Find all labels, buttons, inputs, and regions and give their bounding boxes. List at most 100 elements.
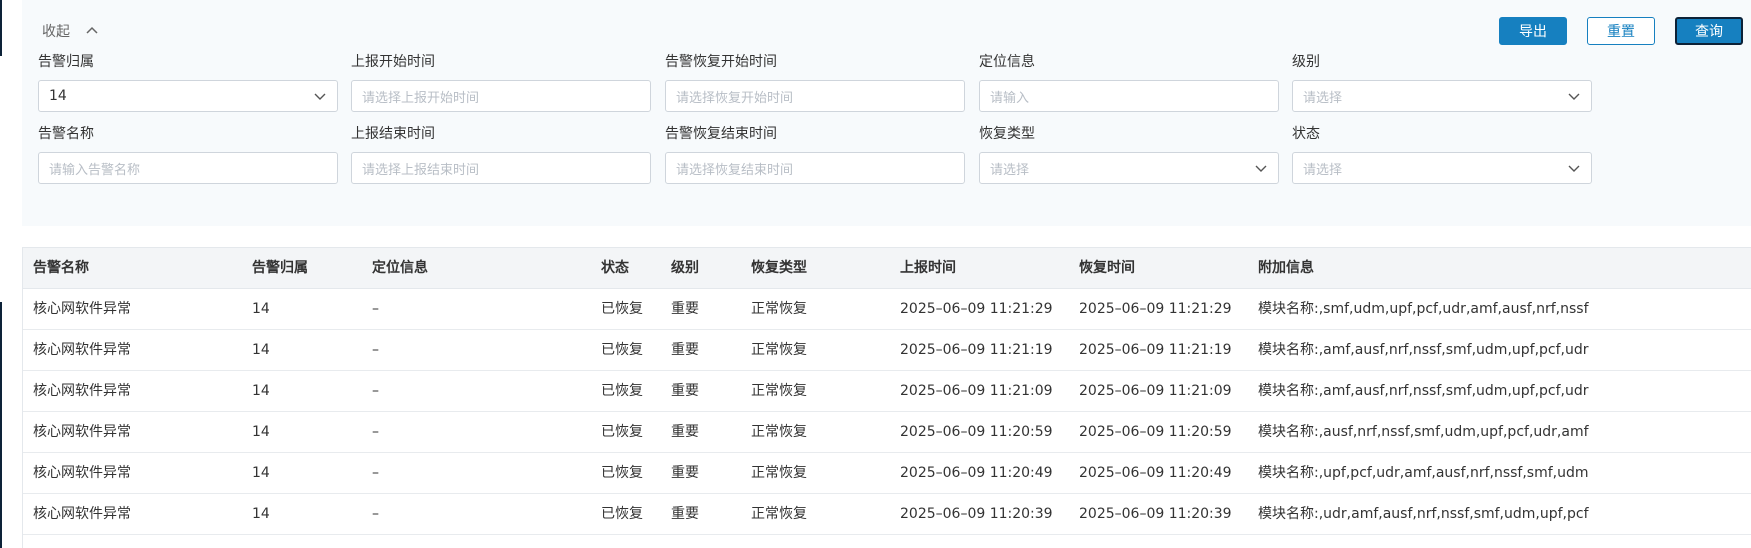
status-label: 状态	[1292, 126, 1320, 142]
col-status-header: 状态	[601, 260, 629, 276]
col-alarm-owner-cell: 14	[252, 383, 270, 399]
left-edge-bar	[0, 0, 2, 56]
chevron-down-icon	[1255, 165, 1267, 172]
col-status-cell: 已恢复	[601, 301, 643, 317]
recovery-type-placeholder: 请选择	[990, 162, 1030, 178]
table-row[interactable]: 核心网软件异常 14 – 已恢复 重要 正常恢复 2025–06–09 11:21:09 20…	[23, 371, 1751, 412]
col-alarm-name-header: 告警名称	[33, 260, 89, 276]
col-alarm-owner-header: 告警归属	[252, 260, 308, 276]
col-level-cell: 重要	[671, 506, 699, 522]
report-start-time-placeholder: 请选择上报开始时间	[362, 90, 480, 106]
alarm-name-label: 告警名称	[38, 126, 94, 142]
col-recovery-type-header: 恢复类型	[751, 260, 807, 276]
col-recovery-time-cell: 2025–06–09 11:20:59	[1079, 424, 1232, 440]
table-row[interactable]: 核心网软件异常 14 – 已恢复 重要 正常恢复 2025–06–09 11:20:49 20…	[23, 453, 1751, 494]
export-button[interactable]: 导出	[1499, 17, 1567, 45]
report-end-time-field-group: 上报结束时间请选择上报结束时间	[351, 124, 651, 184]
col-alarm-name-cell: 核心网软件异常	[33, 465, 131, 481]
alarm-owner-value: 14	[49, 88, 67, 104]
recovery-start-time-field-group: 告警恢复开始时间 请选择恢复开始时间	[665, 52, 965, 112]
report-start-time-field-group: 上报开始时间 请选择上报开始时间	[351, 52, 651, 112]
table-row[interactable]: 核心网软件异常 14 – 已恢复 重要 正常恢复 2025–06–09 11:20:39 20…	[23, 494, 1751, 535]
col-alarm-name-cell: 核心网软件异常	[33, 342, 131, 358]
col-alarm-owner-cell: 14	[252, 301, 270, 317]
recovery-start-time-placeholder: 请选择恢复开始时间	[676, 90, 794, 106]
col-extra-info-cell: 模块名称:,amf,ausf,nrf,nssf,smf,udm,upf,pcf,…	[1258, 383, 1589, 399]
col-alarm-name-cell: 核心网软件异常	[33, 383, 131, 399]
alarm-name-placeholder: 请输入告警名称	[49, 162, 141, 178]
col-recovery-time-cell: 2025–06–09 11:20:49	[1079, 465, 1232, 481]
recovery-type-label: 恢复类型	[979, 126, 1035, 142]
col-alarm-owner-cell: 14	[252, 506, 270, 522]
report-end-time-label: 上报结束时间	[351, 126, 435, 142]
col-extra-info-header: 附加信息	[1258, 260, 1314, 276]
alarm-owner-select[interactable]: 14	[38, 80, 338, 112]
recovery-start-time-input[interactable]: 请选择恢复开始时间	[665, 80, 965, 112]
level-placeholder: 请选择	[1303, 90, 1343, 106]
table-row[interactable]: 核心网软件异常 14 – 已恢复 重要 正常恢复 2025–06–09 11:21:29 20…	[23, 289, 1751, 330]
col-status-cell: 已恢复	[601, 465, 643, 481]
col-status-cell: 已恢复	[601, 506, 643, 522]
col-extra-info-cell: 模块名称:,upf,pcf,udr,amf,ausf,nrf,nssf,smf,…	[1258, 465, 1589, 481]
alarm-name-input[interactable]: 请输入告警名称	[38, 152, 338, 184]
col-level-cell: 重要	[671, 383, 699, 399]
collapse-label: 收起	[42, 24, 70, 40]
query-button[interactable]: 查询	[1675, 17, 1743, 45]
col-level-header: 级别	[671, 260, 699, 276]
location-info-label: 定位信息	[979, 54, 1035, 70]
col-recovery-type-cell: 正常恢复	[751, 506, 807, 522]
report-end-time-input[interactable]: 请选择上报结束时间	[351, 152, 651, 184]
alarm-owner-label: 告警归属	[38, 54, 94, 70]
col-extra-info-cell: 模块名称:,ausf,nrf,nssf,smf,udm,upf,pcf,udr,…	[1258, 424, 1589, 440]
level-select[interactable]: 请选择	[1292, 80, 1592, 112]
col-recovery-time-cell: 2025–06–09 11:21:09	[1079, 383, 1232, 399]
col-location-cell: –	[372, 301, 379, 317]
chevron-down-icon	[314, 93, 326, 100]
col-status-cell: 已恢复	[601, 383, 643, 399]
report-start-time-input[interactable]: 请选择上报开始时间	[351, 80, 651, 112]
col-report-time-cell: 2025–06–09 11:21:09	[900, 383, 1053, 399]
recovery-end-time-placeholder: 请选择恢复结束时间	[676, 162, 794, 178]
col-alarm-owner-cell: 14	[252, 465, 270, 481]
col-report-time-header: 上报时间	[900, 260, 956, 276]
col-location-cell: –	[372, 383, 379, 399]
recovery-type-select[interactable]: 请选择	[979, 152, 1279, 184]
chevron-down-icon	[1568, 93, 1580, 100]
location-info-input[interactable]: 请输入	[979, 80, 1279, 112]
collapse-toggle[interactable]: 收起	[42, 18, 100, 44]
col-extra-info-cell: 模块名称:,udr,amf,ausf,nrf,nssf,smf,udm,upf,…	[1258, 506, 1589, 522]
recovery-type-field-group: 恢复类型 请选择	[979, 124, 1279, 184]
col-report-time-cell: 2025–06–09 11:20:49	[900, 465, 1053, 481]
status-field-group: 状态 请选择	[1292, 124, 1592, 184]
col-recovery-type-cell: 正常恢复	[751, 465, 807, 481]
recovery-end-time-input[interactable]: 请选择恢复结束时间	[665, 152, 965, 184]
reset-button[interactable]: 重置	[1587, 17, 1655, 45]
table-header: 告警名称 告警归属 定位信息 状态 级别 恢复类型 上报时间 恢复时间 附加信息	[23, 248, 1751, 289]
col-extra-info-cell: 模块名称:,smf,udm,upf,pcf,udr,amf,ausf,nrf,n…	[1258, 301, 1589, 317]
col-report-time-cell: 2025–06–09 11:20:59	[900, 424, 1053, 440]
recovery-end-time-field-group: 告警恢复结束时间请选择恢复结束时间	[665, 124, 965, 184]
col-alarm-owner-cell: 14	[252, 424, 270, 440]
status-select[interactable]: 请选择	[1292, 152, 1592, 184]
table-row[interactable]: 核心网软件异常 14 – 已恢复 重要 正常恢复 2025–06–09 11:20:59 20…	[23, 412, 1751, 453]
col-alarm-name-cell: 核心网软件异常	[33, 506, 131, 522]
location-info-field-group: 定位信息 请输入	[979, 52, 1279, 112]
alarm-owner-field-group: 告警归属 14	[38, 52, 338, 112]
col-location-cell: –	[372, 465, 379, 481]
location-info-placeholder: 请输入	[990, 90, 1030, 106]
recovery-end-time-label: 告警恢复结束时间	[665, 126, 777, 142]
col-location-cell: –	[372, 424, 379, 440]
report-end-time-placeholder: 请选择上报结束时间	[362, 162, 480, 178]
col-alarm-owner-cell: 14	[252, 342, 270, 358]
level-field-group: 级别 请选择	[1292, 52, 1592, 112]
col-report-time-cell: 2025–06–09 11:21:19	[900, 342, 1053, 358]
table-row[interactable]: 核心网软件异常 14 – 已恢复 重要 正常恢复 2025–06–09 11:21:19 20…	[23, 330, 1751, 371]
col-status-cell: 已恢复	[601, 424, 643, 440]
col-report-time-cell: 2025–06–09 11:21:29	[900, 301, 1053, 317]
col-level-cell: 重要	[671, 301, 699, 317]
col-location-cell: –	[372, 342, 379, 358]
col-level-cell: 重要	[671, 424, 699, 440]
col-level-cell: 重要	[671, 465, 699, 481]
col-alarm-name-cell: 核心网软件异常	[33, 424, 131, 440]
filter-panel: 收起 导出 重置 查询 告警归属 14 上报开始时间 请选择上报开始时间 告警恢复开始时…	[22, 0, 1751, 226]
